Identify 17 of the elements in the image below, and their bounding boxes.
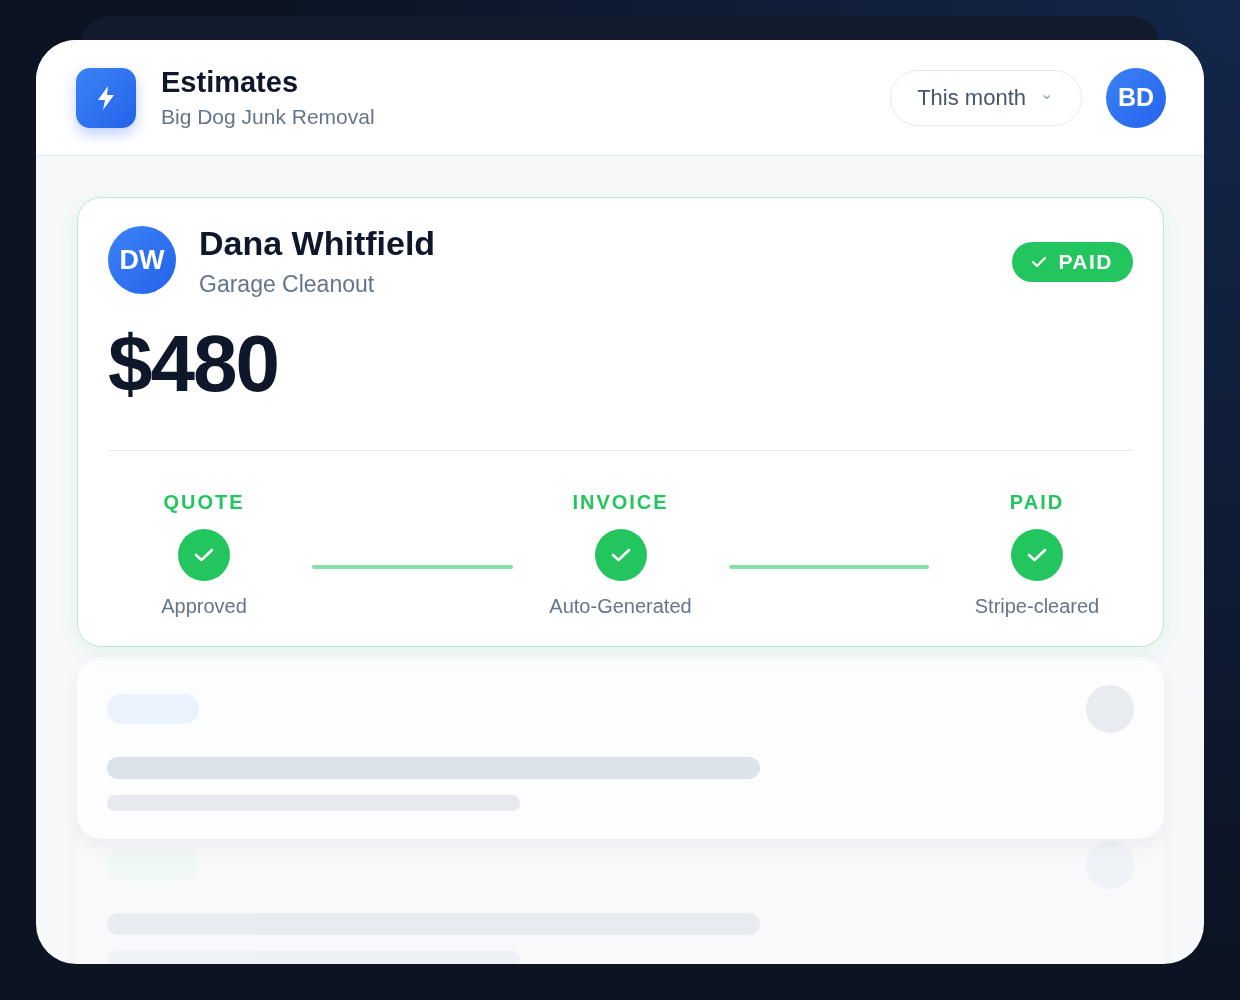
page-title: Estimates bbox=[161, 66, 299, 99]
customer-name: Dana Whitfield bbox=[199, 224, 437, 263]
amount: $480 bbox=[108, 318, 279, 410]
customer-avatar: DW bbox=[108, 226, 176, 294]
status-badge: PAID bbox=[1012, 242, 1133, 282]
step-label: PAID bbox=[1009, 491, 1065, 514]
step-label: QUOTE bbox=[163, 491, 245, 514]
estimate-card[interactable]: DW Dana Whitfield Garage Cleanout PAID $480 QUOTE Approved INVOICE Auto-Generated PAID Stripe-cleared bbox=[77, 197, 1164, 647]
period-dropdown[interactable]: This month ⌄ bbox=[890, 69, 1082, 126]
job-type: Garage Cleanout bbox=[199, 271, 376, 298]
step-caption: Approved bbox=[161, 595, 247, 618]
step-caption: Stripe-cleared bbox=[974, 595, 1100, 618]
step-label: INVOICE bbox=[572, 491, 669, 514]
company-name: Big Dog Junk Removal bbox=[161, 105, 376, 129]
bolt-icon bbox=[76, 67, 136, 128]
step-caption: Auto-Generated bbox=[549, 595, 692, 618]
user-avatar[interactable]: BD bbox=[1106, 67, 1166, 128]
